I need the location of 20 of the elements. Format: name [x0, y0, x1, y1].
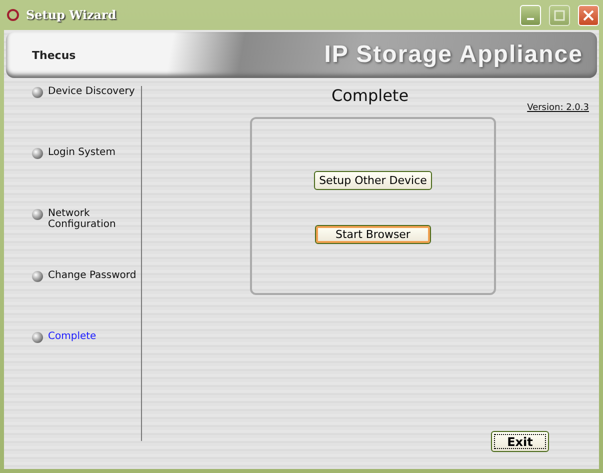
step-item: Change Password	[4, 270, 141, 331]
action-button[interactable]: Start Browser	[314, 225, 432, 244]
step-item: Device Discovery	[4, 86, 141, 147]
step-item: Complete	[4, 331, 141, 392]
banner-title: IP Storage Appliance	[324, 41, 583, 69]
minimize-icon	[527, 18, 534, 20]
window-title: Setup Wizard	[26, 8, 118, 22]
version-label: Version: 2.0.3	[527, 103, 589, 113]
app-icon	[6, 8, 20, 22]
close-icon	[583, 10, 594, 20]
action-button[interactable]: Setup Other Device	[314, 171, 432, 190]
page-title: Complete	[330, 86, 410, 105]
step-item: Network Configuration	[4, 208, 141, 270]
close-button[interactable]	[578, 4, 599, 26]
maximize-icon	[554, 10, 565, 20]
minimize-button[interactable]	[520, 4, 541, 26]
maximize-button[interactable]	[549, 4, 570, 26]
logo: Thecus	[32, 48, 76, 62]
exit-button[interactable]: Exit	[491, 431, 549, 452]
step-item: Login System	[4, 147, 141, 208]
